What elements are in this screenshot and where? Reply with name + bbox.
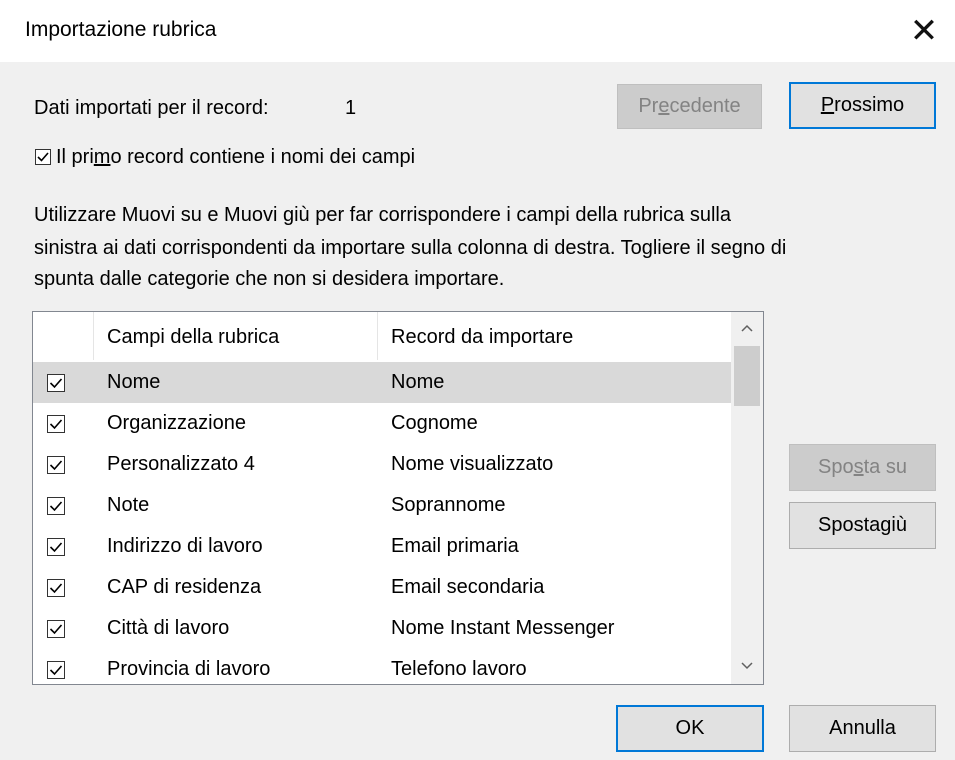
window-title: Importazione rubrica [25,18,217,41]
cancel-label: Annulla [829,717,896,739]
field-mapping-list[interactable]: Campi della rubrica Record da importare … [32,311,764,685]
record-value: Nome [391,371,445,393]
record-value: Email primaria [391,535,519,557]
scroll-thumb[interactable] [734,346,760,406]
row-checkbox[interactable] [47,579,65,597]
record-number: 1 [345,97,357,119]
record-value: Telefono lavoro [391,658,527,680]
next-label-b: rossimo [834,94,905,116]
check-icon [49,624,63,635]
next-label-key: P [820,94,835,116]
check-icon [49,378,63,389]
close-icon: ✕ [909,12,939,50]
field-name: CAP di residenza [107,576,262,598]
previous-label-b: cedente [669,95,741,117]
record-value: Nome visualizzato [391,453,554,475]
chevron-down-icon [741,662,753,670]
table-row[interactable]: Personalizzato 4 Nome visualizzato [33,444,731,485]
previous-label-a: Pr [638,95,659,117]
move-up-label-key: s [853,456,864,478]
check-icon [49,665,63,676]
move-up-label-a: Spo [818,456,854,478]
table-row[interactable]: Nome Nome [33,362,731,403]
record-value: Nome Instant Messenger [391,617,615,639]
row-checkbox[interactable] [47,538,65,556]
row-checkbox[interactable] [47,661,65,679]
field-name: Nome [107,371,161,393]
title-bar: Importazione rubrica ✕ [0,0,955,62]
table-row[interactable]: Organizzazione Cognome [33,403,731,444]
check-icon [49,583,63,594]
first-record-text-a: Il pri [56,146,94,168]
row-checkbox[interactable] [47,620,65,638]
move-up-label-b: ta su [863,456,907,478]
move-down-label-key: g [880,514,892,536]
first-record-text-b: o record contiene i nomi dei campi [110,146,416,168]
list-header: Campi della rubrica Record da importare [33,312,731,360]
cancel-button[interactable]: Annulla [789,705,936,752]
row-checkbox[interactable] [47,415,65,433]
field-name: Note [107,494,150,516]
table-row[interactable]: CAP di residenza Email secondaria [33,567,731,608]
move-down-button[interactable]: Sposta g iù [789,502,936,549]
ok-label: OK [675,717,705,739]
header-divider [377,312,378,360]
column-header-records[interactable]: Record da importare [391,326,573,349]
record-value: Cognome [391,412,478,434]
record-label: Dati importati per il record: [34,97,269,119]
field-name: Organizzazione [107,412,246,434]
move-down-label-b: iù [891,514,907,536]
record-value: Email secondaria [391,576,545,598]
first-record-label[interactable]: Il primo record contiene i nomi dei camp… [56,146,415,169]
chevron-up-icon [741,324,753,332]
header-divider [93,312,94,360]
row-checkbox[interactable] [47,374,65,392]
table-row[interactable]: Provincia di lavoro Telefono lavoro [33,649,731,684]
move-down-label-a: Sposta [818,514,881,536]
record-value: Soprannome [391,494,506,516]
scroll-down-button[interactable] [731,650,763,682]
move-up-button[interactable]: Spo s ta su [789,444,936,491]
instruction-line-1: Utilizzare Muovi su e Muovi giù per far … [34,204,731,226]
first-record-text-key: m [93,146,111,168]
previous-label-key: e [658,95,670,117]
check-icon [49,501,63,512]
scroll-up-button[interactable] [731,312,763,344]
table-row[interactable]: Indirizzo di lavoro Email primaria [33,526,731,567]
instruction-line-3: spunta dalle categorie che non si deside… [34,268,505,290]
check-icon [49,460,63,471]
table-row[interactable]: Note Soprannome [33,485,731,526]
field-name: Personalizzato 4 [107,453,255,475]
table-row[interactable]: Città di lavoro Nome Instant Messenger [33,608,731,649]
check-icon [49,419,63,430]
field-name: Indirizzo di lavoro [107,535,263,557]
field-name: Provincia di lavoro [107,658,271,680]
previous-button[interactable]: Pr e cedente [617,84,762,129]
next-button[interactable]: Prossimo [789,82,936,129]
row-checkbox[interactable] [47,456,65,474]
instruction-line-2: sinistra ai dati corrispondenti da impor… [34,237,787,259]
field-name: Città di lavoro [107,617,230,639]
row-checkbox[interactable] [47,497,65,515]
vertical-scrollbar[interactable] [731,312,763,684]
column-header-fields[interactable]: Campi della rubrica [107,326,279,349]
check-icon [37,152,49,162]
first-record-checkbox[interactable] [35,149,51,165]
check-icon [49,542,63,553]
ok-button[interactable]: OK [616,705,764,752]
close-button[interactable]: ✕ [893,0,955,62]
